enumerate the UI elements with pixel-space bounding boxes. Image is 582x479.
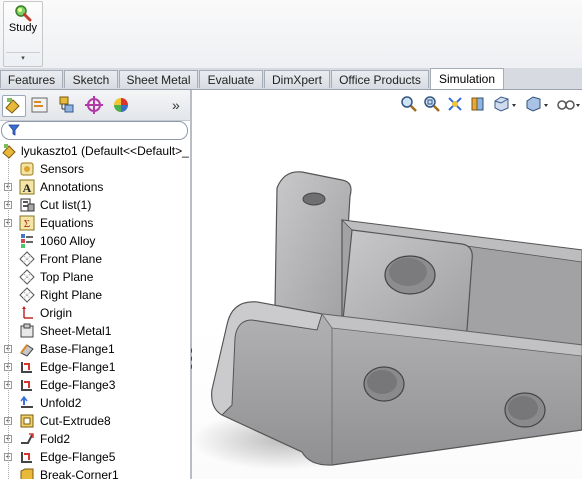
svg-text:A: A <box>23 181 32 195</box>
tree-root[interactable]: lyukaszto1 (Default<<Default>_ <box>0 142 190 160</box>
tree-item-label: 1060 Alloy <box>40 234 96 248</box>
display-style-icon[interactable] <box>524 95 550 115</box>
tree-item-label: Front Plane <box>40 252 103 266</box>
tree-item[interactable]: + Edge-Flange3 <box>0 376 190 394</box>
previous-view-icon[interactable] <box>446 95 466 115</box>
section-view-icon[interactable] <box>469 95 489 115</box>
feature-manager-toolbar: » <box>0 90 190 121</box>
tree-guide-line <box>8 158 9 479</box>
tree-item-label: Base-Flange1 <box>40 342 115 356</box>
tree-item[interactable]: Right Plane <box>0 286 190 304</box>
command-manager-ribbon: Study ▾ <box>0 0 582 69</box>
tree-item[interactable]: Origin <box>0 304 190 322</box>
break-corner-icon <box>20 468 34 479</box>
graphics-viewport[interactable] <box>192 90 582 479</box>
tree-item[interactable]: + Cut-Extrude8 <box>0 412 190 430</box>
equations-icon: Σ <box>19 215 35 231</box>
tab-dimxpert[interactable]: DimXpert <box>264 70 330 88</box>
tree-item-label: Cut list(1) <box>40 198 92 212</box>
tree-item[interactable]: + Base-Flange1 <box>0 340 190 358</box>
tree-item-label: Sheet-Metal1 <box>40 324 112 338</box>
view-orientation-icon[interactable] <box>492 95 518 115</box>
tree-item-label: Origin <box>40 306 73 320</box>
tree-item-label: Annotations <box>40 180 104 194</box>
study-dropdown-icon[interactable]: ▾ <box>4 54 42 62</box>
study-label: Study <box>8 22 38 34</box>
feature-tree-filter[interactable] <box>1 121 188 140</box>
tree-item-label: Cut-Extrude8 <box>40 414 111 428</box>
tree-item-label: Fold2 <box>40 432 71 446</box>
dimxpert-manager-icon[interactable] <box>83 95 105 115</box>
tree-item[interactable]: + Edge-Flange5 <box>0 448 190 466</box>
cut-list-icon <box>20 198 35 212</box>
cut-extrude-icon <box>20 414 34 428</box>
study-button[interactable]: Study ▾ <box>3 1 43 67</box>
configuration-manager-icon[interactable] <box>56 95 78 115</box>
tab-features[interactable]: Features <box>0 70 63 88</box>
tree-item[interactable]: + Fold2 <box>0 430 190 448</box>
tree-item-label: Edge-Flange3 <box>40 378 116 392</box>
tree-item-label: Unfold2 <box>40 396 82 410</box>
tree-item-label: Break-Corner1 <box>40 468 119 479</box>
tab-simulation[interactable]: Simulation <box>430 68 504 89</box>
tree-item[interactable]: + Edge-Flange1 <box>0 358 190 376</box>
more-tabs-icon[interactable]: » <box>172 97 180 113</box>
hide-show-items-icon[interactable] <box>556 95 582 115</box>
tree-item-label: Sensors <box>40 162 85 176</box>
tab-evaluate[interactable]: Evaluate <box>199 70 263 88</box>
funnel-icon <box>8 124 20 136</box>
tab-office-products[interactable]: Office Products <box>331 70 429 88</box>
tree-item[interactable]: Unfold2 <box>0 394 190 412</box>
material-icon <box>21 234 33 248</box>
base-flange-icon <box>20 344 34 357</box>
edge-flange-icon <box>21 380 32 391</box>
tab-sheet-metal[interactable]: Sheet Metal <box>119 70 198 88</box>
display-manager-icon[interactable] <box>110 95 132 115</box>
tree-item-label: Top Plane <box>40 270 94 284</box>
zoom-to-area-icon[interactable] <box>423 95 443 115</box>
tree-item[interactable]: 1060 Alloy <box>0 232 190 250</box>
feature-tree-icon[interactable] <box>2 95 26 117</box>
origin-icon <box>22 306 33 319</box>
plane-icon <box>19 269 35 285</box>
annotation-icon: A <box>19 179 35 195</box>
tree-item[interactable]: + Σ Equations <box>0 214 190 232</box>
tree-item[interactable]: Front Plane <box>0 250 190 268</box>
unfold-icon <box>20 395 33 408</box>
tree-item[interactable]: Sensors <box>0 160 190 178</box>
tree-item[interactable]: + A Annotations <box>0 178 190 196</box>
feature-manager-tree: lyukaszto1 (Default<<Default>_ Sensors + A… <box>0 140 190 479</box>
sheet-metal-part-model[interactable] <box>192 90 582 479</box>
tree-item[interactable]: Top Plane <box>0 268 190 286</box>
zoom-to-fit-icon[interactable] <box>400 95 420 115</box>
plane-icon <box>19 251 35 267</box>
study-magnifier-icon <box>15 5 32 22</box>
study-divider <box>6 52 40 53</box>
tree-item-label: Edge-Flange5 <box>40 450 116 464</box>
tab-sketch[interactable]: Sketch <box>64 70 118 88</box>
tree-root-label: lyukaszto1 (Default<<Default>_ <box>21 144 189 158</box>
tree-item[interactable]: Sheet-Metal1 <box>0 322 190 340</box>
edge-flange-icon <box>21 452 32 463</box>
part-icon <box>2 144 16 159</box>
svg-text:Σ: Σ <box>24 218 30 230</box>
sensor-icon <box>20 162 34 176</box>
tree-item[interactable]: + Cut list(1) <box>0 196 190 214</box>
edge-flange-icon <box>21 362 32 373</box>
plane-icon <box>19 287 35 303</box>
property-manager-icon[interactable] <box>29 95 51 115</box>
fold-icon <box>21 433 34 444</box>
command-manager-tabs: Features Sketch Sheet Metal Evaluate Dim… <box>0 68 582 90</box>
tree-item-label: Edge-Flange1 <box>40 360 116 374</box>
tree-item-label: Equations <box>40 216 94 230</box>
sheet-metal-icon <box>20 323 34 338</box>
tree-item-label: Right Plane <box>40 288 103 302</box>
tree-item[interactable]: Break-Corner1 <box>0 466 190 479</box>
